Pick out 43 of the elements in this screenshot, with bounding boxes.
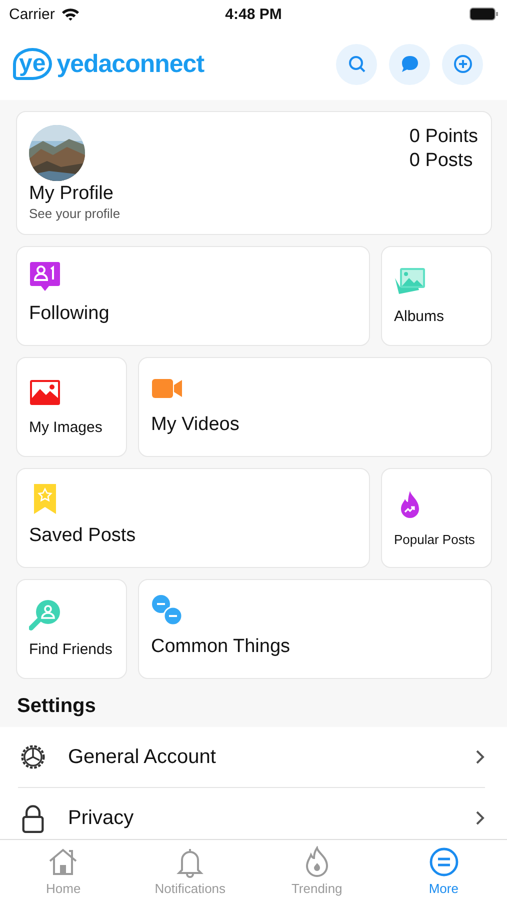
profile-name: My Profile bbox=[29, 183, 114, 205]
add-icon bbox=[452, 54, 472, 74]
menu-tile[interactable]: My Images bbox=[16, 357, 127, 457]
tile-label: Popular Posts bbox=[394, 532, 476, 547]
section-title: Settings bbox=[17, 695, 97, 719]
tile-label: Common Things bbox=[151, 636, 292, 658]
tile-label: Following bbox=[29, 303, 110, 325]
menu-tile[interactable]: Find Friends bbox=[16, 579, 127, 679]
menu-tile[interactable]: Albums bbox=[381, 246, 492, 346]
profile-card[interactable]: My Profile See your profile 0 Points 0 Posts bbox=[16, 111, 492, 235]
add-button[interactable] bbox=[442, 44, 483, 84]
logo-text: yedaconnect bbox=[56, 50, 204, 78]
menu-icon bbox=[428, 846, 460, 878]
chevron-icon bbox=[475, 749, 485, 765]
find-person-icon bbox=[29, 599, 61, 631]
chevron-icon bbox=[475, 810, 485, 826]
profile-subtitle: See your profile bbox=[29, 206, 120, 221]
menu-tile[interactable]: Popular Posts bbox=[381, 468, 492, 568]
linked-circles-icon bbox=[151, 594, 183, 626]
tile-label: My Images bbox=[29, 419, 104, 436]
settings-item[interactable]: Privacy bbox=[18, 788, 485, 839]
tile-label: Albums bbox=[394, 308, 446, 325]
logo-mark: ye bbox=[13, 48, 52, 80]
menu-tile[interactable]: Saved Posts bbox=[16, 468, 370, 568]
home-icon bbox=[47, 846, 80, 878]
menu-tile[interactable]: Following bbox=[16, 246, 370, 346]
wifi-icon bbox=[60, 7, 80, 21]
menu-tile[interactable]: My Videos bbox=[138, 357, 492, 457]
points-count: 0 Points bbox=[409, 125, 478, 149]
battery-icon bbox=[469, 7, 499, 21]
chat-button[interactable] bbox=[389, 44, 430, 84]
tile-label: Saved Posts bbox=[29, 525, 137, 547]
tile-label: My Videos bbox=[151, 414, 240, 436]
status-time: 4:48 PM bbox=[224, 6, 283, 22]
chat-bubble-icon bbox=[400, 54, 420, 74]
person-badge-icon bbox=[29, 261, 61, 293]
carrier-name: Carrier bbox=[9, 6, 55, 22]
search-icon bbox=[346, 54, 366, 74]
menu-tile[interactable]: Common Things bbox=[138, 579, 492, 679]
posts-count: 0 Posts bbox=[409, 149, 473, 173]
settings-item[interactable]: General Account bbox=[18, 727, 485, 788]
tile-label: Find Friends bbox=[29, 641, 114, 658]
search-button[interactable] bbox=[336, 44, 377, 84]
